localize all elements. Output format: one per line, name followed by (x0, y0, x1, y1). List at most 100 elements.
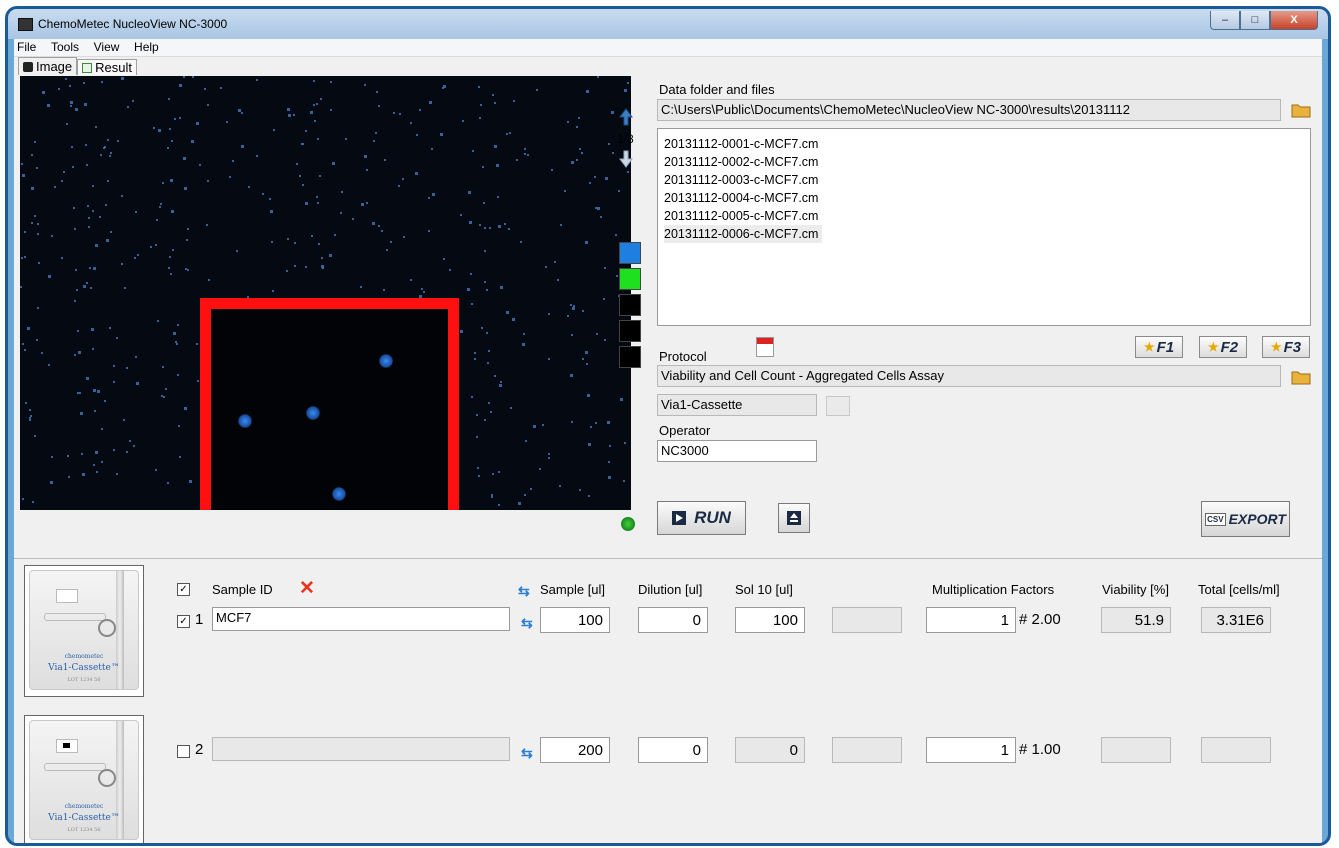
speckle (94, 410, 96, 412)
list-item[interactable]: 20131112-0004-c-MCF7.cm (664, 189, 1304, 207)
refresh-icon[interactable]: ⇆ (521, 616, 537, 630)
speckle (238, 109, 241, 112)
folder-icon[interactable] (1290, 368, 1312, 386)
speckle (271, 241, 273, 243)
speckle (364, 84, 366, 86)
speckle (373, 140, 375, 142)
channel-blue[interactable] (619, 242, 641, 264)
sample-id-field[interactable] (212, 737, 510, 761)
cassette-lot: LOT 1234 56 (67, 827, 101, 833)
sample-volume-field[interactable]: 200 (540, 737, 610, 763)
menu-help[interactable]: Help (134, 39, 159, 56)
speckle (576, 159, 578, 161)
data-folder-path[interactable]: C:\Users\Public\Documents\ChemoMetec\Nuc… (657, 99, 1281, 121)
arrow-up-icon[interactable] (617, 107, 635, 127)
speckle (110, 231, 112, 233)
speckle (150, 246, 152, 248)
speckle (34, 215, 36, 217)
speckle (484, 419, 486, 421)
speckle (82, 473, 85, 476)
speckle (624, 89, 627, 92)
sol10-field[interactable]: 0 (735, 737, 805, 763)
speckle (524, 148, 526, 150)
f2-button[interactable]: ★ F2 (1199, 336, 1247, 358)
speckle (133, 445, 135, 447)
arrow-down-icon[interactable] (617, 149, 635, 169)
list-item[interactable]: 20131112-0005-c-MCF7.cm (664, 207, 1304, 225)
operator-field[interactable]: NC3000 (657, 440, 817, 462)
file-list[interactable]: 20131112-0001-c-MCF7.cm 20131112-0002-c-… (657, 128, 1311, 326)
f3-button[interactable]: ★ F3 (1262, 336, 1310, 358)
pdf-icon[interactable] (756, 337, 774, 357)
speckle (500, 381, 502, 383)
edit-icon[interactable] (826, 396, 850, 416)
sol10-field[interactable]: 100 (735, 607, 805, 633)
speckle (594, 176, 596, 178)
sample-id-field[interactable]: MCF7 (212, 607, 510, 631)
minimize-button[interactable]: – (1210, 11, 1240, 30)
speckle (272, 290, 274, 292)
speckle (533, 425, 536, 428)
speckle (121, 77, 124, 80)
speckle (386, 249, 388, 251)
speckle (113, 449, 115, 451)
folder-icon[interactable] (1290, 101, 1312, 119)
speckle (83, 285, 86, 288)
speckle (582, 310, 584, 312)
f1-button[interactable]: ★ F1 (1135, 336, 1183, 358)
export-button[interactable]: CSV EXPORT (1201, 501, 1290, 537)
speckle (299, 175, 301, 177)
refresh-icon[interactable]: ⇆ (521, 746, 537, 760)
channel-3[interactable] (619, 294, 641, 316)
refresh-icon[interactable]: ⇆ (518, 584, 534, 598)
channel-4[interactable] (619, 320, 641, 342)
maximize-button[interactable]: □ (1240, 11, 1270, 30)
protocol-field[interactable]: Viability and Cell Count - Aggregated Ce… (657, 365, 1281, 387)
col-mult: Multiplication Factors (932, 582, 1055, 597)
menu-file[interactable]: File (17, 39, 36, 56)
speckle (179, 117, 181, 119)
speckle (220, 87, 222, 89)
channel-5[interactable] (619, 346, 641, 368)
delete-icon[interactable]: ✕ (299, 577, 315, 600)
speckle (196, 122, 199, 125)
speckle (361, 203, 364, 206)
dilution-field[interactable]: 0 (638, 607, 708, 633)
speckle (81, 453, 83, 455)
run-button[interactable]: RUN (657, 501, 746, 535)
row-checkbox[interactable]: ✓ (177, 615, 190, 628)
speckle (595, 422, 597, 424)
tab-result[interactable]: Result (77, 59, 137, 75)
speckle (429, 101, 432, 104)
speckle (313, 104, 315, 106)
speckle (479, 117, 481, 119)
cassette-field[interactable]: Via1-Cassette (657, 394, 817, 416)
sample-volume-field[interactable]: 100 (540, 607, 610, 633)
speckle (177, 324, 179, 326)
speckle (313, 80, 315, 82)
list-item[interactable]: 20131112-0001-c-MCF7.cm (664, 135, 1304, 153)
eject-button[interactable] (778, 503, 810, 533)
list-item[interactable]: 20131112-0002-c-MCF7.cm (664, 153, 1304, 171)
channel-green[interactable] (619, 268, 641, 290)
dilution-field[interactable]: 0 (638, 737, 708, 763)
close-button[interactable]: X (1270, 11, 1318, 30)
tab-image[interactable]: Image (18, 57, 78, 75)
menu-view[interactable]: View (94, 39, 120, 56)
list-item[interactable]: 20131112-0003-c-MCF7.cm (664, 171, 1304, 189)
multiplication-field[interactable]: 1 (926, 607, 1016, 633)
image-viewer[interactable] (20, 76, 631, 510)
speckle (321, 265, 324, 268)
multiplication-field[interactable]: 1 (926, 737, 1016, 763)
speckle (67, 455, 69, 457)
select-all-checkbox[interactable]: ✓ (177, 583, 190, 596)
list-item[interactable]: 20131112-0006-c-MCF7.cm (664, 225, 823, 243)
speckle (376, 91, 378, 93)
speckle (206, 224, 208, 226)
speckle (123, 419, 125, 421)
row-checkbox[interactable] (177, 745, 190, 758)
speckle (29, 409, 31, 411)
menu-tools[interactable]: Tools (51, 39, 79, 56)
speckle (178, 425, 180, 427)
speckle (536, 89, 538, 91)
